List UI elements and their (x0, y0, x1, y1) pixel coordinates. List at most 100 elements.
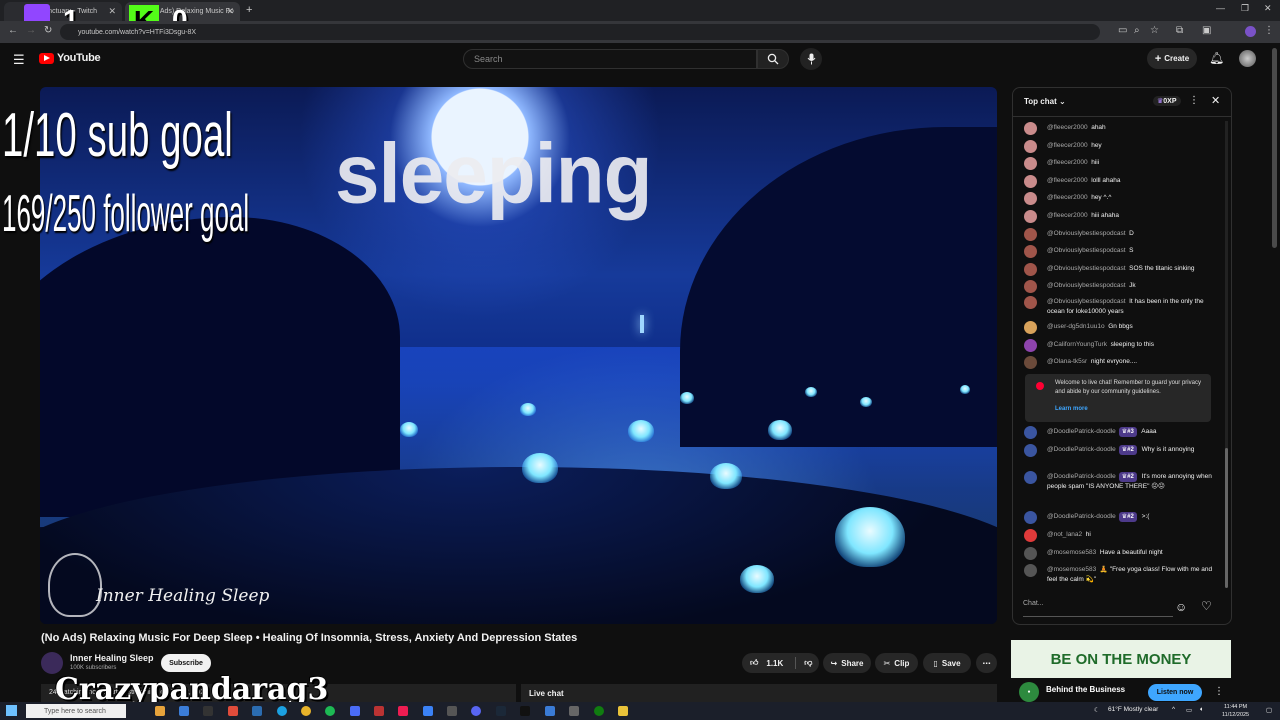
chat-text: Have a beautiful night (1099, 549, 1163, 556)
network-icon[interactable]: ▭ (1186, 706, 1192, 714)
search-input[interactable]: Search (463, 49, 757, 69)
chat-author[interactable]: @not_lana2 (1047, 531, 1082, 538)
chat-author[interactable]: @DoodlePatrick-doodle (1047, 473, 1116, 480)
browser-menu-icon[interactable]: ⋮ (1264, 25, 1274, 36)
ad-title[interactable]: Behind the Business (1046, 685, 1125, 694)
youtube-logo-text[interactable]: YouTube (57, 52, 101, 64)
dislike-icon[interactable]: 👎︎ (804, 658, 812, 668)
chat-avatar[interactable] (1024, 511, 1037, 524)
create-label: Create (1164, 54, 1190, 63)
maximize-icon[interactable]: ❐ (1241, 3, 1249, 14)
notifications-bell-icon[interactable]: 🔔︎ (1209, 51, 1224, 65)
app-icon[interactable] (350, 706, 360, 716)
volume-icon[interactable]: 🔈︎ (1200, 706, 1204, 714)
taskbar-clock[interactable]: 11:44 PM 11/12/2025 (1222, 703, 1249, 719)
sidebar-icon[interactable]: ▣ (1202, 25, 1211, 36)
taskbar-search-input[interactable]: Type here to search (26, 704, 126, 718)
back-icon[interactable]: ← (8, 25, 18, 36)
app-icon[interactable] (179, 706, 189, 716)
chat-avatar[interactable] (1024, 564, 1037, 577)
save-button[interactable]: ▯ Save (923, 653, 971, 673)
chat-avatar[interactable] (1024, 426, 1037, 439)
channel-name[interactable]: Inner Healing Sleep (70, 653, 154, 663)
discord-icon[interactable] (471, 706, 481, 716)
scissors-icon: ✂ (883, 658, 891, 668)
page-scrollbar[interactable] (1272, 48, 1277, 248)
tray-chevron-icon[interactable]: ^ (1172, 706, 1175, 713)
chat-input[interactable]: Chat... (1023, 600, 1173, 617)
account-avatar[interactable] (1239, 50, 1256, 67)
glow-orb (520, 403, 536, 416)
live-chat-replay-bar[interactable]: Live chat (521, 684, 997, 704)
more-actions-button[interactable]: ⋯ (976, 653, 997, 673)
close-icon[interactable]: ✕ (108, 6, 116, 17)
hamburger-menu-icon[interactable]: ☰ (13, 52, 25, 68)
share-button[interactable]: ↪ Share (823, 653, 871, 673)
app-icon[interactable] (569, 706, 579, 716)
like-icon[interactable]: 👍︎ (750, 658, 758, 668)
minimize-icon[interactable]: — (1216, 3, 1225, 13)
xbox-icon[interactable] (594, 706, 604, 716)
chat-placeholder: Chat... (1023, 600, 1044, 607)
video-brand-watermark: Inner Healing Sleep (96, 586, 270, 606)
app-icon[interactable] (423, 706, 433, 716)
chat-avatar[interactable] (1024, 547, 1037, 560)
weather-icon[interactable]: ☾ (1094, 706, 1100, 714)
weather-text[interactable]: 61°F Mostly clear (1108, 706, 1158, 713)
app-icon[interactable] (252, 706, 262, 716)
windows-start-icon[interactable] (6, 705, 17, 716)
channel-avatar[interactable] (41, 652, 63, 674)
create-button[interactable]: + Create (1147, 48, 1197, 69)
clip-button[interactable]: ✂ Clip (875, 653, 918, 673)
app-icon[interactable] (520, 706, 530, 716)
youtube-logo-icon[interactable] (39, 53, 54, 64)
app-icon[interactable] (618, 706, 628, 716)
ad-banner[interactable]: BE ON THE MONEY (1011, 640, 1231, 678)
forward-icon[interactable]: → (26, 25, 36, 36)
sponsored-ad[interactable]: BE ON THE MONEY ● Behind the Business Li… (1011, 640, 1231, 704)
close-icon[interactable]: ✕ (226, 6, 234, 17)
spotify-icon[interactable] (325, 706, 335, 716)
cast-icon[interactable]: ▭ (1118, 25, 1127, 36)
chat-text: hi (1085, 531, 1091, 538)
emoji-icon[interactable]: ☺ (1175, 600, 1187, 614)
url-text: youtube.com/watch?v=HTFi3Dsgu-8X (78, 28, 197, 36)
new-tab-icon[interactable]: + (246, 4, 252, 16)
divider (795, 657, 797, 669)
notification-center-icon[interactable]: ▢ (1266, 706, 1272, 714)
chat-author[interactable]: @DoodlePatrick-doodle (1047, 513, 1116, 520)
chat-author[interactable]: @mosemose583 (1047, 566, 1096, 573)
browser-tab-bar: yourSanctuary - Twitch ✕ (No Ads) Relaxi… (0, 0, 1280, 21)
subscribe-button[interactable]: Subscribe (161, 654, 211, 672)
chrome-icon[interactable] (301, 706, 311, 716)
extensions-icon[interactable]: ⧉ (1176, 25, 1183, 36)
app-icon[interactable] (374, 706, 384, 716)
search-button[interactable] (757, 49, 789, 69)
like-count[interactable]: 1.1K (766, 659, 783, 668)
ad-menu-dots-icon[interactable]: ⋮ (1214, 686, 1224, 697)
tiktok-icon[interactable] (398, 706, 408, 716)
heart-icon[interactable]: ♡ (1201, 599, 1212, 613)
voice-search-button[interactable] (800, 48, 822, 70)
chat-author[interactable]: @DoodlePatrick-doodle (1047, 428, 1116, 435)
chat-avatar[interactable] (1024, 444, 1037, 457)
reload-icon[interactable]: ↻ (44, 25, 52, 36)
chat-avatar[interactable] (1024, 471, 1037, 484)
listen-now-button[interactable]: Listen now (1148, 684, 1202, 701)
chat-author[interactable]: @DoodlePatrick-doodle (1047, 446, 1116, 453)
edge-icon[interactable] (277, 706, 287, 716)
app-icon[interactable] (203, 706, 213, 716)
profile-avatar[interactable] (1245, 26, 1256, 37)
steam-icon[interactable] (496, 706, 506, 716)
chat-author[interactable]: @mosemose583 (1047, 549, 1096, 556)
file-explorer-icon[interactable] (155, 706, 165, 716)
app-icon[interactable] (228, 706, 238, 716)
bookmark-star-icon[interactable]: ☆ (1150, 25, 1159, 36)
glow-orb (805, 387, 817, 397)
window-close-icon[interactable]: ✕ (1264, 3, 1272, 14)
url-field[interactable]: youtube.com/watch?v=HTFi3Dsgu-8X (60, 24, 1100, 40)
app-icon[interactable] (545, 706, 555, 716)
zoom-icon[interactable]: ⌕ (1134, 25, 1140, 36)
chat-avatar[interactable] (1024, 529, 1037, 542)
app-icon[interactable] (447, 706, 457, 716)
